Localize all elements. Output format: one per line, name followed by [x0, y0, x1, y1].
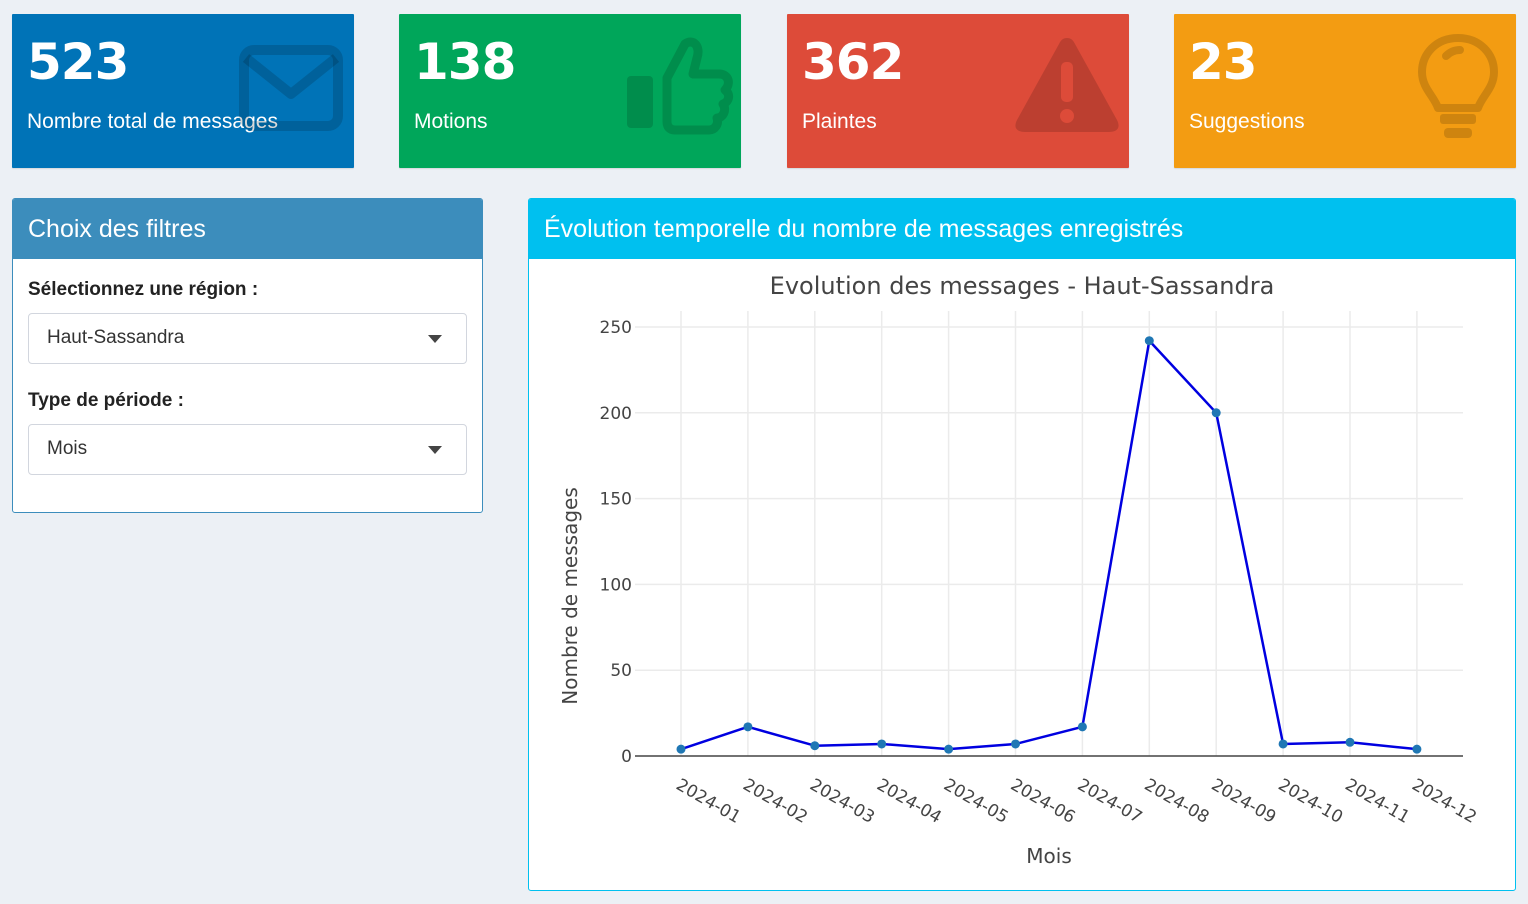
- series-line: [680, 339, 1418, 751]
- period-select[interactable]: Mois: [28, 424, 467, 475]
- data-point[interactable]: [1077, 722, 1087, 732]
- stat-label: Suggestions: [1189, 110, 1305, 133]
- y-tick-label: 50: [610, 661, 632, 681]
- y-axis-label: Nombre de messages: [558, 487, 582, 704]
- y-tick-label: 200: [600, 404, 632, 424]
- stat-label: Motions: [414, 110, 488, 133]
- region-label: Sélectionnez une région :: [28, 279, 259, 300]
- warning-icon: [1015, 38, 1119, 132]
- y-tick-label: 0: [621, 747, 632, 767]
- stat-box-plaintes: 362 Plaintes: [787, 14, 1129, 168]
- x-tick-label: 2024-03: [806, 775, 878, 828]
- y-tick-label: 150: [600, 490, 632, 510]
- chevron-down-icon: [428, 446, 442, 454]
- x-tick-label: 2024-12: [1408, 775, 1480, 828]
- x-tick-label: 2024-09: [1208, 775, 1280, 828]
- data-point[interactable]: [743, 722, 753, 732]
- x-tick-label: 2024-08: [1141, 775, 1213, 828]
- chart-panel-title: Évolution temporelle du nombre de messag…: [529, 199, 1515, 259]
- x-tick-label: 2024-06: [1007, 775, 1079, 828]
- data-point[interactable]: [1345, 737, 1355, 747]
- x-axis-label: Mois: [1026, 844, 1071, 868]
- x-tick-label: 2024-10: [1275, 775, 1347, 828]
- stat-value: 23: [1189, 33, 1258, 91]
- y-tick-label: 100: [600, 575, 632, 595]
- stat-value: 138: [414, 33, 516, 91]
- data-point[interactable]: [1011, 739, 1020, 749]
- region-select-value: Haut-Sassandra: [47, 327, 185, 348]
- filters-panel-title: Choix des filtres: [13, 199, 482, 259]
- x-tick-label: 2024-07: [1074, 775, 1146, 828]
- data-point[interactable]: [810, 741, 820, 751]
- data-point[interactable]: [944, 744, 954, 754]
- y-tick-label: 250: [600, 318, 632, 338]
- period-select-value: Mois: [47, 438, 88, 459]
- stat-label: Plaintes: [802, 110, 877, 133]
- data-point[interactable]: [1412, 744, 1422, 754]
- data-point[interactable]: [877, 739, 887, 749]
- thumbs-up-icon: [627, 37, 734, 135]
- stat-value: 362: [802, 33, 904, 91]
- lightbulb-icon: [1418, 34, 1498, 138]
- data-point[interactable]: [676, 744, 686, 754]
- x-tick-label: 2024-11: [1342, 775, 1414, 828]
- data-point[interactable]: [1278, 739, 1288, 749]
- x-tick-label: 2024-05: [940, 775, 1012, 828]
- line-chart[interactable]: 0501001502002502024-012024-022024-032024…: [529, 261, 1515, 891]
- stat-box-motions: 138 Motions: [399, 14, 741, 168]
- filters-panel: Choix des filtres Sélectionnez une régio…: [12, 198, 483, 513]
- chart-title: Evolution des messages - Haut-Sassandra: [770, 272, 1275, 300]
- x-tick-label: 2024-01: [673, 775, 745, 828]
- stat-box-suggestions: 23 Suggestions: [1174, 14, 1516, 168]
- data-point[interactable]: [1211, 408, 1221, 418]
- x-tick-label: 2024-02: [739, 775, 811, 828]
- region-select[interactable]: Haut-Sassandra: [28, 313, 467, 364]
- data-point[interactable]: [1144, 336, 1154, 346]
- stat-box-total-messages: 523 Nombre total de messages: [12, 14, 354, 168]
- chart-panel: Évolution temporelle du nombre de messag…: [528, 198, 1516, 891]
- envelope-icon: [239, 45, 343, 131]
- chevron-down-icon: [428, 335, 442, 343]
- x-tick-label: 2024-04: [873, 775, 945, 828]
- period-label: Type de période :: [28, 390, 184, 411]
- stat-value: 523: [27, 33, 129, 91]
